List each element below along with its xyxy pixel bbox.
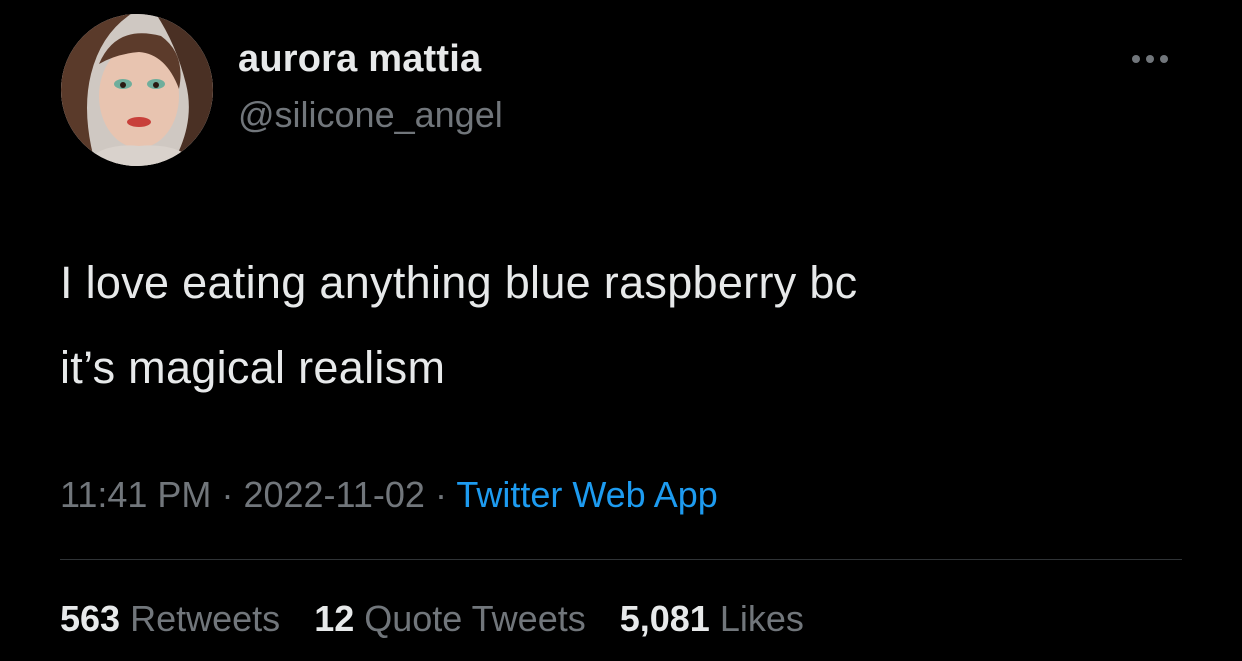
retweets-stat[interactable]: 563 Retweets [60,598,280,640]
avatar[interactable] [61,14,213,166]
meta-separator: · [434,474,447,515]
tweet-source-link[interactable]: Twitter Web App [456,474,717,515]
retweets-label: Retweets [130,598,281,639]
quote-tweets-label: Quote Tweets [364,598,586,639]
profile-photo [61,14,213,166]
likes-count: 5,081 [619,598,710,639]
quote-tweets-stat[interactable]: 12 Quote Tweets [314,598,586,640]
tweet-time[interactable]: 11:41 PM [60,474,211,515]
meta-separator: · [221,474,234,515]
ellipsis-icon[interactable] [1120,44,1180,74]
tweet-stats: 563 Retweets 12 Quote Tweets 5,081 Likes [60,598,828,640]
quote-tweets-count: 12 [314,598,355,639]
likes-label: Likes [719,598,804,639]
divider [60,559,1182,560]
tweet-date[interactable]: 2022-11-02 [243,474,424,515]
display-name[interactable]: aurora mattia [238,38,481,81]
likes-stat[interactable]: 5,081 Likes [620,598,804,640]
user-handle[interactable]: @silicone_angel [238,94,503,136]
retweets-count: 563 [60,598,121,639]
tweet-text: I love eating anything blue raspberry bc… [60,257,858,393]
tweet-meta: 11:41 PM · 2022-11-02 · Twitter Web App [60,474,718,516]
